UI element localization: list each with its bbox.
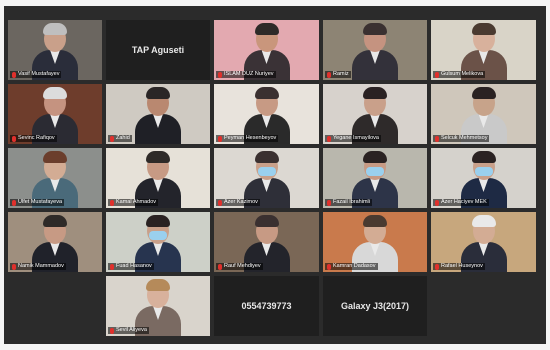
participant-name-label: Namik Mammadov: [10, 263, 66, 270]
participant-name-label: Yegane Ismayilova: [325, 135, 381, 142]
participant-name: Zahid: [116, 135, 130, 141]
participant-name: Fazail Ibrahimli: [333, 199, 370, 205]
participant-tile-no-video[interactable]: TAP Aguseti: [106, 20, 210, 80]
participant-video-tile[interactable]: Rauf Mehdiyev: [214, 212, 319, 272]
participant-video-tile[interactable]: Ramiz: [323, 20, 427, 80]
participant-video-tile[interactable]: Kamal Ahmadov: [106, 148, 210, 208]
participant-name-label: Fuad Hasanov: [108, 263, 154, 270]
participant-video-tile[interactable]: Namik Mammadov: [8, 212, 102, 272]
participant-name: Azer Haciyev MEK: [441, 199, 487, 205]
participant-name-label: Sevil Aliyeva: [108, 327, 149, 334]
muted-mic-icon: [327, 71, 331, 78]
participant-display-name: Galaxy J3(2017): [340, 301, 410, 311]
muted-mic-icon: [327, 199, 331, 206]
participant-video-tile[interactable]: Rafael Huseynov: [431, 212, 536, 272]
participant-name: Selcuk Mehmetsoy: [441, 135, 488, 141]
participant-name-label: Vasif Mustafayev: [10, 71, 62, 78]
muted-mic-icon: [218, 71, 222, 78]
participant-name: Ulfet Mustafayeva: [18, 199, 63, 205]
participant-name: Fuad Hasanov: [116, 263, 152, 269]
participant-video-tile[interactable]: Fazail Ibrahimli: [323, 148, 427, 208]
muted-mic-icon: [435, 71, 439, 78]
participant-name-label: Kamal Ahmadov: [108, 199, 159, 206]
participant-name: Sevinc Rafiqov: [18, 135, 55, 141]
participant-video-tile[interactable]: Ulfet Mustafayeva: [8, 148, 102, 208]
muted-mic-icon: [327, 135, 331, 142]
muted-mic-icon: [12, 135, 16, 142]
muted-mic-icon: [218, 263, 222, 270]
participant-name-label: Gulsum Melikova: [433, 71, 486, 78]
participant-name: Azer Kazimov: [224, 199, 258, 205]
participant-video-tile[interactable]: Vasif Mustafayev: [8, 20, 102, 80]
muted-mic-icon: [218, 135, 222, 142]
video-conference-window: Vasif Mustafayev TAP Aguseti ISLAM DUZ Nur…: [4, 6, 546, 344]
participant-name: Ramiz: [333, 71, 349, 77]
muted-mic-icon: [12, 263, 16, 270]
participant-name: Gulsum Melikova: [441, 71, 484, 77]
participant-video-tile[interactable]: Kamran Dadasov: [323, 212, 427, 272]
participant-name-label: Sevinc Rafiqov: [10, 135, 57, 142]
participant-name-label: Azer Haciyev MEK: [433, 199, 489, 206]
muted-mic-icon: [110, 327, 114, 334]
participant-name: Yegane Ismayilova: [333, 135, 379, 141]
participant-display-name: 0554739773: [241, 301, 292, 311]
muted-mic-icon: [110, 263, 114, 270]
participant-name: Kamran Dadasov: [333, 263, 376, 269]
participant-name-label: Peyman Hesenbeyov: [216, 135, 279, 142]
participant-avatar: [352, 22, 398, 80]
participant-name-label: ISLAM DUZ Nuriyev: [216, 71, 276, 78]
participant-tile-no-video[interactable]: Galaxy J3(2017): [323, 276, 427, 336]
participant-avatar: [135, 86, 181, 144]
participant-name: ISLAM DUZ Nuriyev: [224, 71, 274, 77]
participant-name-label: Ramiz: [325, 71, 351, 78]
participant-video-tile[interactable]: Sevinc Rafiqov: [8, 84, 102, 144]
participant-name-label: Azer Kazimov: [216, 199, 260, 206]
participant-name-label: Rauf Mehdiyev: [216, 263, 263, 270]
muted-mic-icon: [110, 135, 114, 142]
participant-name-label: Rafael Huseynov: [433, 263, 485, 270]
participant-video-tile[interactable]: Azer Kazimov: [214, 148, 319, 208]
muted-mic-icon: [110, 199, 114, 206]
muted-mic-icon: [12, 199, 16, 206]
participant-name-label: Fazail Ibrahimli: [325, 199, 372, 206]
participant-name: Kamal Ahmadov: [116, 199, 157, 205]
participant-video-tile[interactable]: Gulsum Melikova: [431, 20, 536, 80]
muted-mic-icon: [435, 135, 439, 142]
participant-video-tile[interactable]: Zahid: [106, 84, 210, 144]
participant-video-tile[interactable]: Yegane Ismayilova: [323, 84, 427, 144]
participant-name-label: Zahid: [108, 135, 132, 142]
participant-name: Namik Mammadov: [18, 263, 64, 269]
participant-tile-no-video[interactable]: 0554739773: [214, 276, 319, 336]
participant-display-name: TAP Aguseti: [131, 45, 185, 55]
participant-video-tile[interactable]: Fuad Hasanov: [106, 212, 210, 272]
participant-name: Sevil Aliyeva: [116, 327, 147, 333]
participant-video-tile[interactable]: Selcuk Mehmetsoy: [431, 84, 536, 144]
participant-grid: Vasif Mustafayev TAP Aguseti ISLAM DUZ Nur…: [8, 20, 536, 336]
muted-mic-icon: [12, 71, 16, 78]
muted-mic-icon: [327, 263, 331, 270]
empty-slot: [8, 276, 102, 336]
muted-mic-icon: [218, 199, 222, 206]
participant-video-tile[interactable]: Peyman Hesenbeyov: [214, 84, 319, 144]
participant-name: Peyman Hesenbeyov: [224, 135, 277, 141]
participant-name-label: Selcuk Mehmetsoy: [433, 135, 490, 142]
participant-video-tile[interactable]: Azer Haciyev MEK: [431, 148, 536, 208]
participant-video-tile[interactable]: Sevil Aliyeva: [106, 276, 210, 336]
empty-slot: [431, 276, 536, 336]
muted-mic-icon: [435, 199, 439, 206]
participant-name: Rauf Mehdiyev: [224, 263, 261, 269]
participant-name: Rafael Huseynov: [441, 263, 483, 269]
participant-name-label: Kamran Dadasov: [325, 263, 378, 270]
participant-video-tile[interactable]: ISLAM DUZ Nuriyev: [214, 20, 319, 80]
participant-name: Vasif Mustafayev: [18, 71, 60, 77]
participant-name-label: Ulfet Mustafayeva: [10, 199, 65, 206]
muted-mic-icon: [435, 263, 439, 270]
